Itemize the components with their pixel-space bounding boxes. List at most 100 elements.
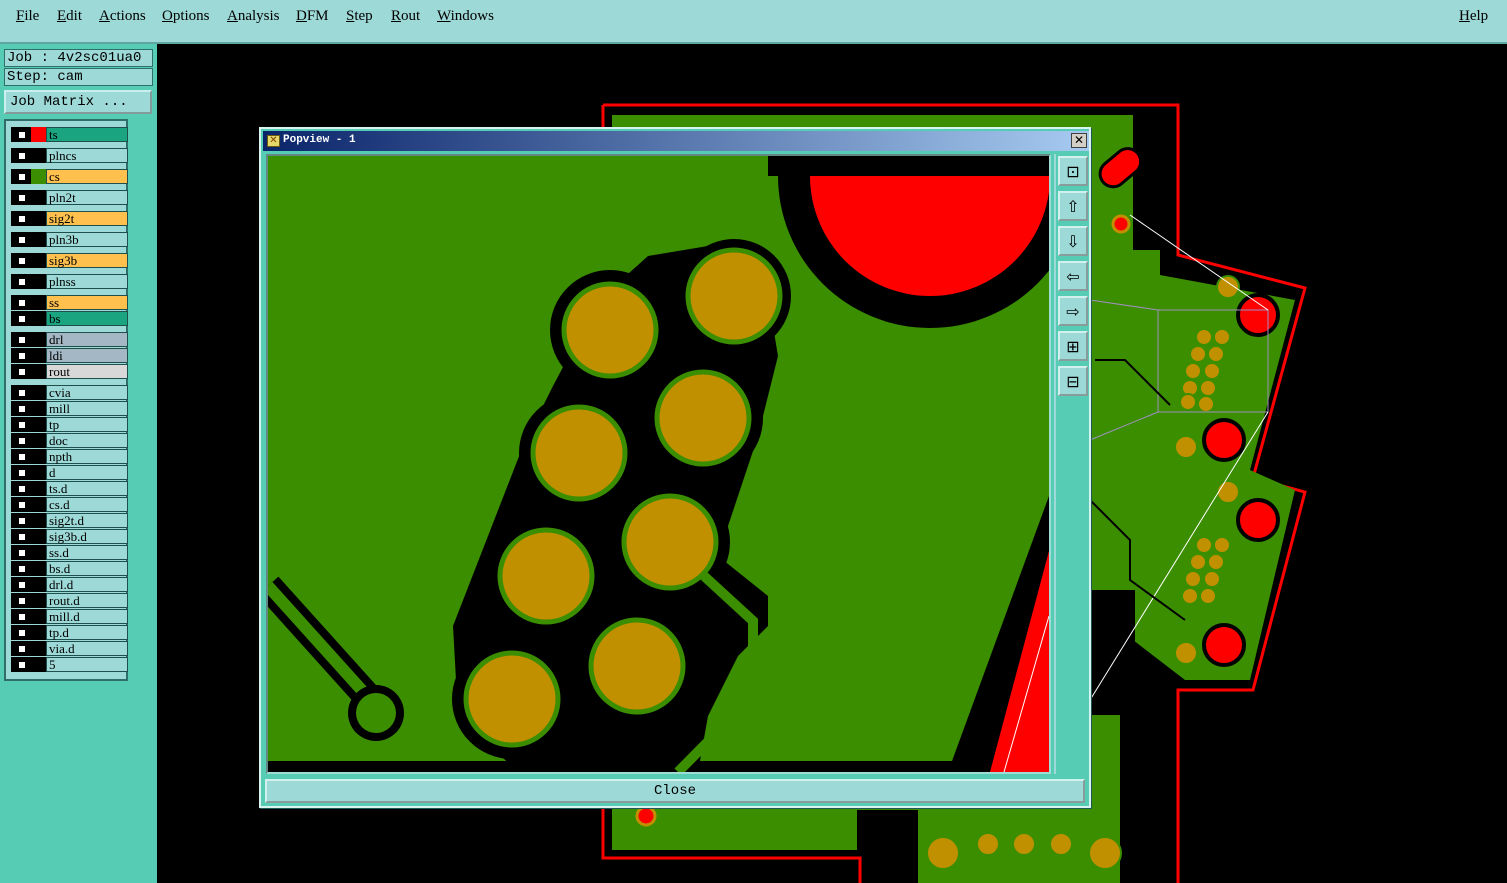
layer-color-swatch[interactable] bbox=[31, 481, 46, 496]
layer-checkbox[interactable] bbox=[11, 232, 31, 247]
layer-color-swatch[interactable] bbox=[31, 127, 46, 142]
layer-row[interactable]: bs.d bbox=[11, 561, 128, 576]
layer-name[interactable]: mill.d bbox=[46, 609, 128, 624]
layer-name[interactable]: cs bbox=[46, 169, 128, 184]
layer-row[interactable]: sig2t bbox=[11, 211, 128, 226]
layer-row[interactable]: cvia bbox=[11, 385, 128, 400]
layer-row[interactable]: d bbox=[11, 465, 128, 480]
layer-checkbox[interactable] bbox=[11, 211, 31, 226]
layer-color-swatch[interactable] bbox=[31, 417, 46, 432]
layer-row[interactable]: sig2t.d bbox=[11, 513, 128, 528]
layer-name[interactable]: drl.d bbox=[46, 577, 128, 592]
layer-name[interactable]: sig3b bbox=[46, 253, 128, 268]
layer-row[interactable]: rout bbox=[11, 364, 128, 379]
layer-color-swatch[interactable] bbox=[31, 657, 46, 672]
layer-checkbox[interactable] bbox=[11, 348, 31, 363]
layer-color-swatch[interactable] bbox=[31, 311, 46, 326]
layer-row[interactable]: ldi bbox=[11, 348, 128, 363]
layer-row[interactable]: ts bbox=[11, 127, 128, 142]
layer-row[interactable]: doc bbox=[11, 433, 128, 448]
layer-name[interactable]: pln2t bbox=[46, 190, 128, 205]
layer-checkbox[interactable] bbox=[11, 385, 31, 400]
zoom-in-button[interactable]: ⊞ bbox=[1058, 331, 1088, 361]
popview-titlebar[interactable]: ✕ Popview - 1 ✕ bbox=[263, 131, 1089, 151]
layer-checkbox[interactable] bbox=[11, 449, 31, 464]
close-icon[interactable]: ✕ bbox=[1071, 133, 1087, 148]
layer-checkbox[interactable] bbox=[11, 148, 31, 163]
layer-name[interactable]: ss.d bbox=[46, 545, 128, 560]
zoom-fit-button[interactable]: ⊡ bbox=[1058, 156, 1088, 186]
layer-name[interactable]: tp.d bbox=[46, 625, 128, 640]
menu-help[interactable]: Help bbox=[1459, 8, 1488, 25]
layer-checkbox[interactable] bbox=[11, 169, 31, 184]
layer-checkbox[interactable] bbox=[11, 545, 31, 560]
layer-color-swatch[interactable] bbox=[31, 433, 46, 448]
layer-color-swatch[interactable] bbox=[31, 348, 46, 363]
layer-checkbox[interactable] bbox=[11, 497, 31, 512]
layer-checkbox[interactable] bbox=[11, 657, 31, 672]
layer-color-swatch[interactable] bbox=[31, 253, 46, 268]
pan-left-button[interactable]: ⇦ bbox=[1058, 261, 1088, 291]
close-button[interactable]: Close bbox=[265, 779, 1085, 803]
layer-checkbox[interactable] bbox=[11, 190, 31, 205]
layer-color-swatch[interactable] bbox=[31, 529, 46, 544]
layer-name[interactable]: cvia bbox=[46, 385, 128, 400]
layer-row[interactable]: bs bbox=[11, 311, 128, 326]
layer-row[interactable]: cs.d bbox=[11, 497, 128, 512]
layer-row[interactable]: drl bbox=[11, 332, 128, 347]
layer-color-swatch[interactable] bbox=[31, 232, 46, 247]
layer-color-swatch[interactable] bbox=[31, 561, 46, 576]
layer-color-swatch[interactable] bbox=[31, 545, 46, 560]
menu-edit[interactable]: Edit bbox=[57, 8, 82, 25]
layer-checkbox[interactable] bbox=[11, 433, 31, 448]
layer-color-swatch[interactable] bbox=[31, 641, 46, 656]
layer-name[interactable]: sig2t.d bbox=[46, 513, 128, 528]
layer-name[interactable]: tp bbox=[46, 417, 128, 432]
layer-name[interactable]: rout bbox=[46, 364, 128, 379]
layer-color-swatch[interactable] bbox=[31, 609, 46, 624]
layer-checkbox[interactable] bbox=[11, 364, 31, 379]
layer-color-swatch[interactable] bbox=[31, 625, 46, 640]
layer-checkbox[interactable] bbox=[11, 577, 31, 592]
layer-color-swatch[interactable] bbox=[31, 577, 46, 592]
layer-color-swatch[interactable] bbox=[31, 497, 46, 512]
layer-checkbox[interactable] bbox=[11, 295, 31, 310]
layer-row[interactable]: cs bbox=[11, 169, 128, 184]
layer-color-swatch[interactable] bbox=[31, 513, 46, 528]
layer-checkbox[interactable] bbox=[11, 253, 31, 268]
pan-right-button[interactable]: ⇨ bbox=[1058, 296, 1088, 326]
layer-color-swatch[interactable] bbox=[31, 401, 46, 416]
layer-row[interactable]: npth bbox=[11, 449, 128, 464]
layer-color-swatch[interactable] bbox=[31, 593, 46, 608]
layer-checkbox[interactable] bbox=[11, 609, 31, 624]
layer-row[interactable]: ss bbox=[11, 295, 128, 310]
layer-row[interactable]: pln2t bbox=[11, 190, 128, 205]
menu-windows[interactable]: Windows bbox=[437, 8, 494, 25]
layer-name[interactable]: plncs bbox=[46, 148, 128, 163]
layer-checkbox[interactable] bbox=[11, 593, 31, 608]
menu-dfm[interactable]: DFM bbox=[296, 8, 329, 25]
layer-row[interactable]: tp.d bbox=[11, 625, 128, 640]
layer-name[interactable]: sig3b.d bbox=[46, 529, 128, 544]
layer-name[interactable]: ts.d bbox=[46, 481, 128, 496]
layer-color-swatch[interactable] bbox=[31, 385, 46, 400]
layer-checkbox[interactable] bbox=[11, 561, 31, 576]
menu-rout[interactable]: Rout bbox=[391, 8, 420, 25]
layer-row[interactable]: via.d bbox=[11, 641, 128, 656]
layer-name[interactable]: doc bbox=[46, 433, 128, 448]
layer-color-swatch[interactable] bbox=[31, 332, 46, 347]
layer-checkbox[interactable] bbox=[11, 332, 31, 347]
layer-name[interactable]: cs.d bbox=[46, 497, 128, 512]
layer-row[interactable]: drl.d bbox=[11, 577, 128, 592]
layer-name[interactable]: pln3b bbox=[46, 232, 128, 247]
layer-checkbox[interactable] bbox=[11, 465, 31, 480]
layer-name[interactable]: plnss bbox=[46, 274, 128, 289]
layer-name[interactable]: 5 bbox=[46, 657, 128, 672]
layer-checkbox[interactable] bbox=[11, 641, 31, 656]
layer-name[interactable]: ss bbox=[46, 295, 128, 310]
zoom-out-button[interactable]: ⊟ bbox=[1058, 366, 1088, 396]
layer-checkbox[interactable] bbox=[11, 513, 31, 528]
layer-name[interactable]: via.d bbox=[46, 641, 128, 656]
layer-color-swatch[interactable] bbox=[31, 449, 46, 464]
layer-color-swatch[interactable] bbox=[31, 211, 46, 226]
